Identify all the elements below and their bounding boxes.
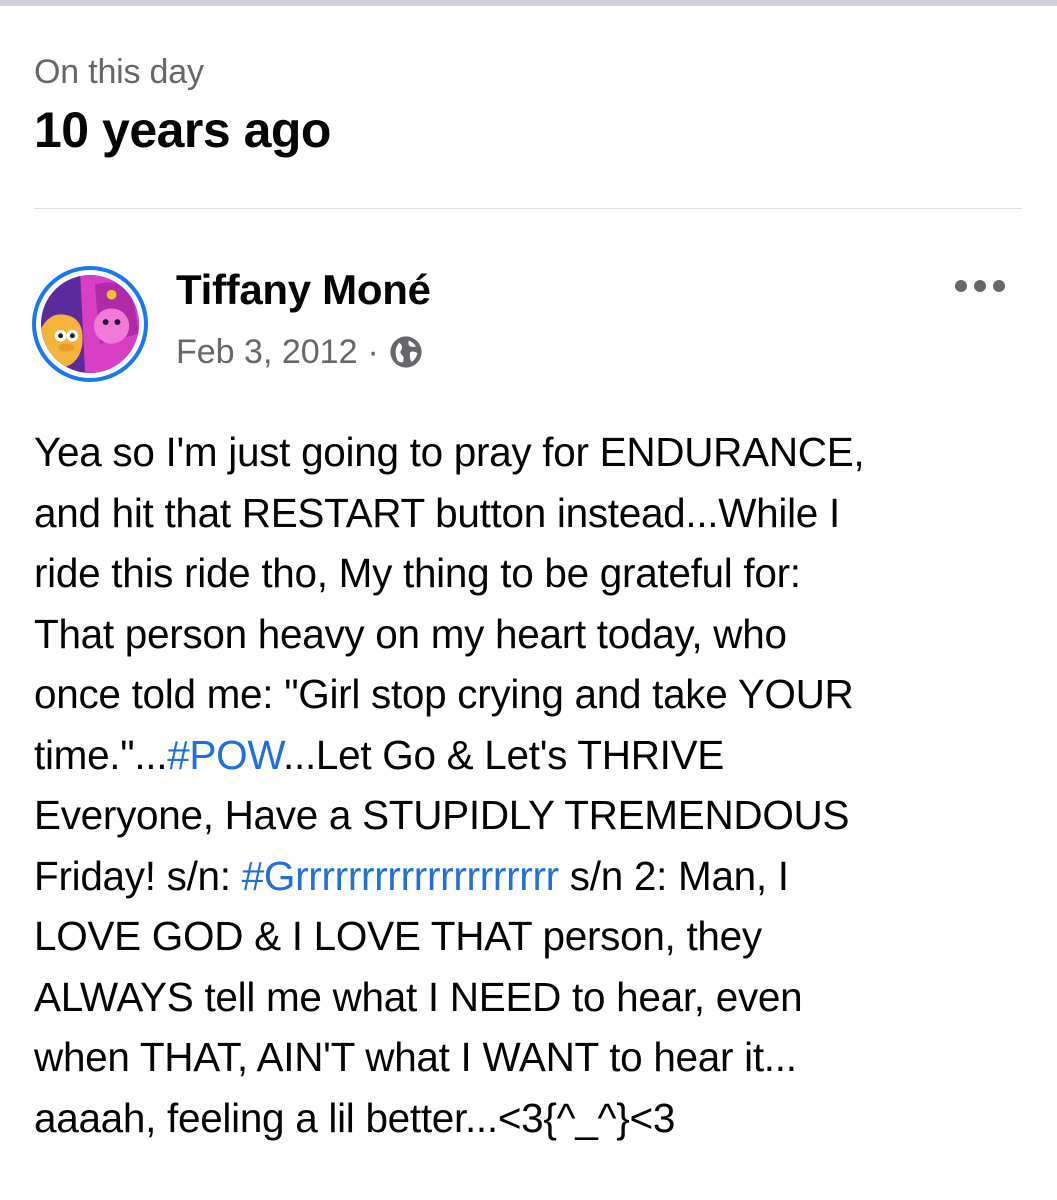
post-line: ride this ride tho, My thing to be grate… bbox=[34, 550, 801, 596]
post-line: once told me: "Girl stop crying and take… bbox=[34, 671, 854, 717]
post-line: Everyone, Have a STUPIDLY TREMENDOUS bbox=[34, 792, 850, 838]
post-text-segment: time."... bbox=[34, 731, 168, 778]
post-line: time."...#POW...Let Go & Let's THRIVE bbox=[34, 725, 1034, 786]
post-line: and hit that RESTART button instead...Wh… bbox=[34, 489, 840, 536]
post-text-segment: s/n 2: Man, I bbox=[558, 852, 789, 899]
post-meta: Feb 3, 2012 · bbox=[176, 330, 423, 374]
hashtag-link[interactable]: #Grrrrrrrrrrrrrrrrrrrr bbox=[242, 853, 559, 899]
post-line: LOVE GOD & I LOVE THAT person, they bbox=[34, 913, 762, 959]
post-date[interactable]: Feb 3, 2012 bbox=[176, 333, 357, 372]
hashtag-link[interactable]: #POW bbox=[167, 732, 283, 778]
avatar[interactable] bbox=[32, 266, 148, 382]
author-name[interactable]: Tiffany Moné bbox=[176, 264, 431, 316]
post-line: aaaah, feeling a lil better...<3{^_^}<3 bbox=[34, 1094, 676, 1141]
memories-subtitle: On this day bbox=[34, 53, 204, 91]
memories-title: 10 years ago bbox=[34, 102, 331, 158]
globe-icon[interactable] bbox=[389, 335, 423, 369]
meta-separator: · bbox=[367, 332, 379, 371]
post-text-segment: ...Let Go & Let's THRIVE bbox=[283, 731, 725, 778]
header-divider bbox=[34, 208, 1022, 209]
top-edge-strip bbox=[0, 0, 1057, 6]
post-line: That person heavy on my heart today, who bbox=[34, 610, 787, 657]
post-line: ALWAYS tell me what I NEED to hear, even bbox=[34, 973, 803, 1020]
post-line: when THAT, AIN'T what I WANT to hear it.… bbox=[34, 1034, 797, 1080]
more-options-icon bbox=[955, 280, 1005, 292]
more-options-button[interactable] bbox=[950, 270, 1010, 302]
post-body: Yea so I'm just going to pray for ENDURA… bbox=[34, 422, 1034, 1148]
avatar-image bbox=[41, 275, 139, 373]
post-line: Yea so I'm just going to pray for ENDURA… bbox=[34, 429, 865, 475]
post-text-segment: Friday! s/n: bbox=[34, 852, 242, 899]
memories-header: On this day 10 years ago bbox=[34, 52, 331, 160]
post-line: Friday! s/n: #Grrrrrrrrrrrrrrrrrrrr s/n … bbox=[34, 846, 1034, 907]
